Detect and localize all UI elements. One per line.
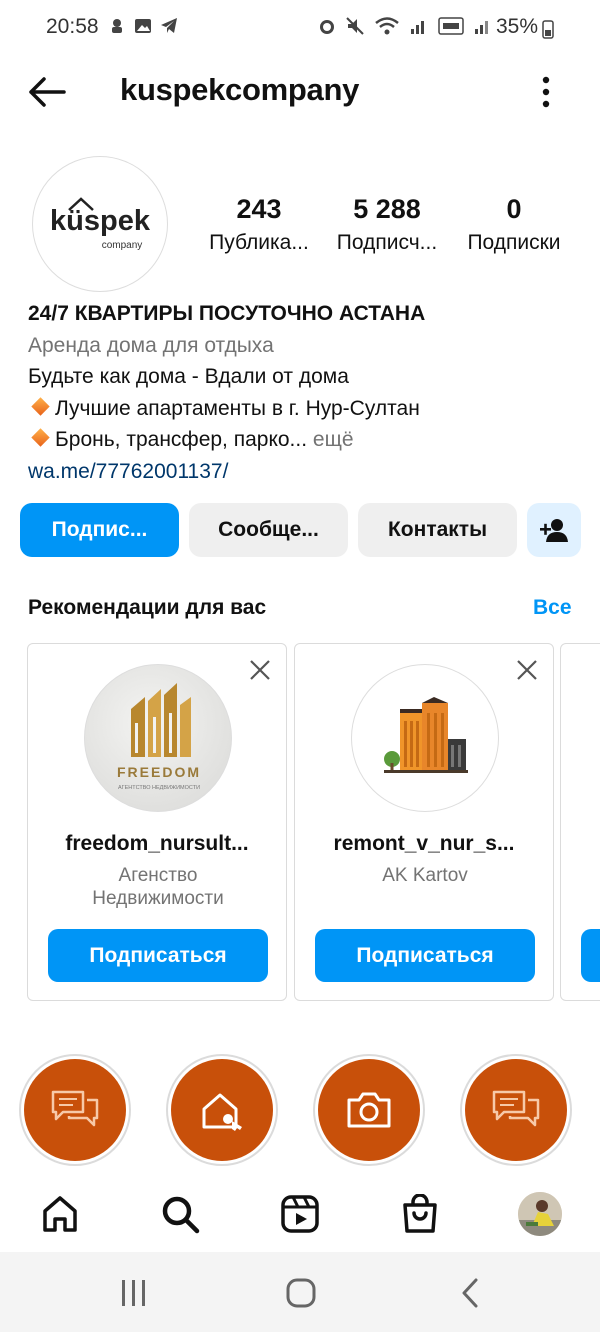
bottom-navigation bbox=[0, 1180, 600, 1252]
remont-avatar bbox=[351, 664, 499, 812]
wifi-icon bbox=[375, 17, 399, 35]
suggestion-card[interactable]: FREEDOM АГЕНТСТВО НЕДВИЖИМОСТИ freedom_n… bbox=[27, 643, 287, 1001]
suggested-users-button[interactable] bbox=[527, 503, 581, 557]
volte-icon bbox=[438, 17, 464, 35]
nav-profile-avatar[interactable] bbox=[518, 1192, 562, 1236]
nav-reels[interactable] bbox=[278, 1192, 322, 1236]
bio-line: Будьте как дома - Вдали от дома bbox=[28, 365, 349, 388]
profile-avatar[interactable]: küspek company bbox=[32, 156, 168, 292]
chat-bubbles-icon bbox=[51, 1090, 99, 1127]
more-options-icon[interactable] bbox=[532, 72, 560, 112]
mute-icon bbox=[346, 17, 364, 35]
signal-2-icon bbox=[475, 21, 488, 34]
profile-photo bbox=[518, 1192, 562, 1236]
suggestion-subtitle: Агенство Недвижимости bbox=[92, 865, 224, 909]
suggestions-title: Рекомендации для вас bbox=[28, 596, 267, 619]
search-icon bbox=[162, 1196, 200, 1234]
freedom-avatar: FREEDOM АГЕНТСТВО НЕДВИЖИМОСТИ bbox=[84, 664, 232, 812]
follow-suggestion-button[interactable]: Подписаться bbox=[48, 929, 268, 982]
profile-bio: 24/7 КВАРТИРЫ ПОСУТОЧНО АСТАНА Аренда до… bbox=[28, 298, 588, 487]
nav-search[interactable] bbox=[158, 1192, 202, 1236]
back-arrow-icon[interactable] bbox=[26, 74, 68, 110]
nav-home[interactable] bbox=[38, 1192, 82, 1236]
battery-icon bbox=[542, 20, 554, 39]
story-highlight[interactable] bbox=[166, 1054, 278, 1166]
kuspek-logo: küspek company bbox=[50, 196, 150, 252]
suggestion-username[interactable]: remont_v_nur_s... bbox=[295, 832, 553, 856]
story-highlight[interactable] bbox=[313, 1054, 425, 1166]
story-highlight[interactable] bbox=[19, 1054, 131, 1166]
status-left-icons bbox=[108, 16, 178, 36]
home-button-icon[interactable] bbox=[281, 1276, 321, 1310]
reels-icon bbox=[281, 1195, 319, 1233]
follow-button[interactable]: Подпис... bbox=[20, 503, 179, 557]
profile-username: kuspekcompany bbox=[120, 72, 360, 107]
shopping-bag-icon bbox=[403, 1194, 437, 1233]
stat-following[interactable]: 0 Подписки bbox=[456, 194, 572, 255]
profile-link[interactable]: wa.me/77762001137/ bbox=[28, 456, 588, 488]
home-icon bbox=[43, 1196, 77, 1232]
contacts-button[interactable]: Контакты bbox=[358, 503, 517, 557]
telegram-icon bbox=[161, 18, 177, 33]
profile-category: Аренда дома для отдыха bbox=[28, 333, 274, 357]
status-right-icons bbox=[318, 16, 492, 36]
camera-icon bbox=[347, 1092, 391, 1128]
suggestion-username[interactable]: freedom_nursult... bbox=[28, 832, 286, 856]
message-button[interactable]: Сообще... bbox=[189, 503, 348, 557]
back-button-icon[interactable] bbox=[450, 1276, 490, 1310]
system-navigation-bar bbox=[0, 1252, 600, 1332]
story-highlight[interactable] bbox=[460, 1054, 572, 1166]
follow-suggestion-button-partial[interactable] bbox=[581, 929, 600, 982]
suggestion-card-partial[interactable] bbox=[560, 643, 600, 1001]
bio-line: Лучшие апартаменты в г. Нур-Султан bbox=[28, 393, 588, 425]
stat-followers[interactable]: 5 288 Подписч... bbox=[326, 194, 448, 255]
alarm-icon bbox=[320, 20, 334, 34]
status-time: 20:58 bbox=[46, 15, 99, 38]
status-bar: 20:58 35% bbox=[0, 0, 600, 56]
orange-diamond-icon bbox=[31, 396, 50, 416]
battery-percent: 35% bbox=[495, 15, 538, 38]
close-icon[interactable] bbox=[248, 658, 272, 682]
close-icon[interactable] bbox=[515, 658, 539, 682]
profile-header: kuspekcompany bbox=[0, 60, 600, 124]
see-all-link[interactable]: Все bbox=[533, 596, 572, 620]
freedom-building-logo: FREEDOM АГЕНТСТВО НЕДВИЖИМОСТИ bbox=[117, 683, 201, 791]
buildings-icon bbox=[384, 697, 468, 773]
signal-icon bbox=[411, 21, 424, 34]
add-user-icon bbox=[540, 519, 568, 542]
svg-text:FREEDOM: FREEDOM bbox=[117, 764, 201, 780]
stat-posts[interactable]: 243 Публика... bbox=[199, 194, 319, 255]
recent-apps-icon[interactable] bbox=[114, 1276, 154, 1310]
suggestion-card[interactable]: remont_v_nur_s... AK Kartov Подписаться bbox=[294, 643, 554, 1001]
suggestion-subtitle: AK Kartov bbox=[382, 865, 468, 886]
house-key-icon bbox=[202, 1093, 242, 1131]
follow-suggestion-button[interactable]: Подписаться bbox=[315, 929, 535, 982]
nav-shop[interactable] bbox=[398, 1192, 442, 1236]
svg-text:АГЕНТСТВО НЕДВИЖИМОСТИ: АГЕНТСТВО НЕДВИЖИМОСТИ bbox=[118, 785, 200, 791]
bio-line: Бронь, трансфер, парко... ещё bbox=[28, 424, 588, 456]
orange-diamond-icon bbox=[31, 428, 50, 447]
bio-more-link[interactable]: ещё bbox=[307, 428, 354, 451]
notification-icon bbox=[112, 19, 122, 33]
gallery-icon bbox=[135, 19, 151, 33]
profile-name: 24/7 КВАРТИРЫ ПОСУТОЧНО АСТАНА bbox=[28, 302, 426, 325]
chat-bubbles-icon bbox=[492, 1090, 540, 1127]
